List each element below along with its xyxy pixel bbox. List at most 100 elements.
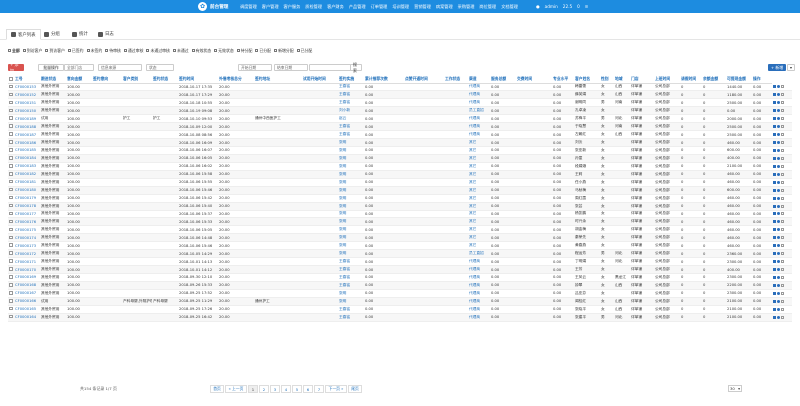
customer-id-link[interactable]: CF0000166 (14, 297, 40, 306)
table-cell[interactable]: 代理商 (468, 83, 490, 92)
table-cell[interactable]: 其它 (468, 194, 490, 203)
table-cell[interactable]: 其它 (468, 178, 490, 187)
customer-id-link[interactable]: CF0000167 (14, 289, 40, 298)
search-input[interactable] (309, 64, 351, 71)
table-row[interactable]: CF0000189 试用 100.00 护工 护工 2018-10-10 09:53 20.… (8, 114, 792, 124)
tab-customer-list[interactable]: 客户列表 (6, 29, 41, 40)
edit-icon[interactable] (773, 141, 776, 145)
view-icon[interactable] (777, 228, 780, 232)
table-cell[interactable]: 张明 (338, 186, 364, 195)
delete-icon[interactable] (781, 228, 784, 232)
delete-icon[interactable] (781, 283, 784, 287)
view-icon[interactable] (777, 307, 780, 311)
edit-icon[interactable] (773, 133, 776, 137)
view-icon[interactable] (777, 85, 780, 89)
table-cell[interactable]: 其它 (468, 225, 490, 235)
more-button[interactable]: ▾ (787, 64, 795, 71)
column-header[interactable]: 门店 (630, 76, 654, 84)
table-cell[interactable]: 王春铭 (338, 98, 364, 108)
filter-chip[interactable]: 到访客户 (22, 48, 42, 54)
edit-icon[interactable] (773, 109, 776, 113)
delete-icon[interactable] (781, 109, 784, 113)
view-icon[interactable] (777, 260, 780, 264)
nav-item[interactable]: 采购管理 (458, 4, 475, 10)
delete-icon[interactable] (781, 299, 784, 303)
table-cell[interactable]: 其它 (468, 233, 490, 243)
page-button[interactable]: 3 (270, 385, 280, 393)
view-icon[interactable] (777, 101, 780, 105)
edit-icon[interactable] (773, 291, 776, 295)
edit-icon[interactable] (773, 299, 776, 303)
delete-icon[interactable] (781, 260, 784, 264)
edit-icon[interactable] (773, 125, 776, 129)
table-cell[interactable]: 其它 (468, 217, 490, 227)
filter-chip[interactable]: 未签约 (86, 48, 102, 54)
view-icon[interactable] (777, 283, 780, 287)
column-header[interactable]: 试用开始时间 (302, 76, 338, 84)
table-cell[interactable]: 张明 (338, 194, 364, 203)
delete-icon[interactable] (781, 141, 784, 145)
table-row[interactable]: CF0000178 其他外贸用 100.00 2018-10-06 15:40 20.0… (8, 202, 792, 211)
customer-id-link[interactable]: CF0000171 (14, 257, 40, 267)
customer-id-link[interactable]: CF0000186 (14, 138, 40, 147)
table-cell[interactable]: 王春铭 (338, 90, 364, 100)
customer-id-link[interactable]: CF0000189 (14, 114, 40, 124)
column-header[interactable]: 客户姓名 (574, 76, 600, 84)
edit-icon[interactable] (773, 172, 776, 176)
nav-item[interactable]: 病案管理 (436, 4, 453, 10)
table-cell[interactable]: 代理商 (468, 122, 490, 132)
view-icon[interactable] (777, 196, 780, 200)
column-header[interactable]: 交费时间 (516, 76, 552, 84)
view-icon[interactable] (777, 299, 780, 303)
tab-log[interactable]: 日志 (94, 29, 118, 39)
first-page-button[interactable]: 首页 (210, 385, 224, 393)
table-row[interactable]: CF0000182 其他外贸用 100.00 2018-10-06 15:58 20.0… (8, 170, 792, 179)
filter-chip[interactable]: 未通过 (172, 48, 189, 54)
table-row[interactable]: CF0000172 其他外贸用 100.00 2018-10-05 14:29 20.0… (8, 249, 792, 259)
delete-icon[interactable] (781, 172, 784, 176)
customer-id-link[interactable]: CF0000180 (14, 186, 40, 195)
column-header[interactable]: 外借考核总分 (218, 76, 254, 84)
page-button[interactable]: 6 (303, 385, 313, 393)
view-icon[interactable] (777, 117, 780, 121)
table-row[interactable]: CF0000171 其他外贸用 100.00 2018-10-01 14:13 20.0… (8, 257, 792, 267)
edit-icon[interactable] (773, 244, 776, 248)
table-cell[interactable]: 王春铭 (338, 257, 364, 267)
delete-icon[interactable] (781, 212, 784, 216)
delete-icon[interactable] (781, 117, 784, 121)
customer-id-link[interactable]: CF0000164 (14, 313, 40, 322)
view-icon[interactable] (777, 204, 780, 208)
table-row[interactable]: CF0000188 其他外贸用 100.00 2018-10-09 12:00 20.0… (8, 122, 792, 132)
column-header[interactable]: 累计推荐次数 (364, 76, 404, 84)
customer-id-link[interactable]: CF0000169 (14, 273, 40, 282)
menu-icon[interactable]: ≡ (585, 4, 589, 9)
table-cell[interactable]: 代理商 (468, 265, 490, 274)
delete-icon[interactable] (781, 204, 784, 208)
table-row[interactable]: CF0000187 其他外贸用 100.00 2018-10-08 08:56 20.0… (8, 130, 792, 140)
filter-chip[interactable]: 到访客户 (45, 48, 65, 54)
table-cell[interactable]: 张明 (338, 249, 364, 259)
column-header[interactable]: 签约状态 (152, 76, 178, 84)
column-header[interactable]: 操作 (752, 76, 772, 84)
column-header[interactable]: 性别 (600, 76, 614, 84)
delete-icon[interactable] (781, 133, 784, 137)
new-button[interactable]: + 新增 (768, 64, 786, 71)
table-cell[interactable]: 员工直招 (468, 249, 490, 259)
tab-stats[interactable]: 统计 (68, 29, 92, 39)
table-cell[interactable]: 王春铭 (338, 281, 364, 290)
table-row[interactable]: CF0000152 其他外贸用 100.00 2018-10-17 17:29 20.0… (8, 90, 792, 100)
delete-icon[interactable] (781, 307, 784, 311)
view-icon[interactable] (777, 188, 780, 192)
table-row[interactable]: CF0000173 其他外贸用 100.00 2018-10-06 15:46 20.0… (8, 241, 792, 251)
customer-id-link[interactable]: CF0000179 (14, 194, 40, 203)
customer-id-link[interactable]: CF0000185 (14, 146, 40, 155)
view-icon[interactable] (777, 252, 780, 256)
table-cell[interactable]: 代理商 (468, 130, 490, 140)
delete-icon[interactable] (781, 93, 784, 97)
delete-icon[interactable] (781, 268, 784, 272)
table-row[interactable]: CF0000166 试用 100.00 产科母婴,外阴护理 产科母婴 2018-09-25… (8, 297, 792, 306)
customer-id-link[interactable]: CF0000168 (14, 281, 40, 290)
table-row[interactable]: CF0000167 其他外贸用 100.00 2018-09-25 17:52 20.0… (8, 289, 792, 298)
search-button[interactable]: 搜索 (350, 62, 362, 73)
filter-chip[interactable]: 通过审核 (123, 48, 143, 54)
